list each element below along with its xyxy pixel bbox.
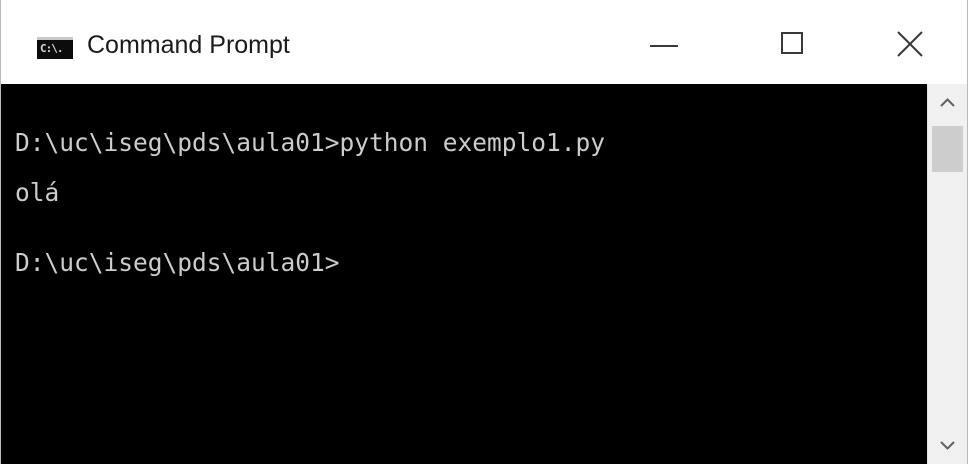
vertical-scrollbar[interactable] (927, 84, 967, 464)
window-title: Command Prompt (87, 31, 290, 59)
console-line-prompt: D:\uc\iseg\pds\aula01> (15, 248, 340, 277)
close-button[interactable] (863, 0, 967, 84)
console-line-output: olá (15, 178, 60, 207)
console-output[interactable]: D:\uc\iseg\pds\aula01>python exemplo1.py… (1, 84, 927, 464)
scroll-thumb[interactable] (932, 126, 963, 172)
title-bar[interactable]: C:\. Command Prompt (1, 0, 967, 84)
command-prompt-app-icon[interactable]: C:\. (37, 37, 73, 59)
maximize-button[interactable] (749, 0, 843, 84)
close-icon (897, 31, 923, 57)
minimize-icon (650, 45, 678, 47)
command-prompt-window: C:\. Command Prompt D:\uc\iseg\pds\aula0… (0, 0, 968, 464)
chevron-up-icon (940, 98, 955, 107)
scroll-up-button[interactable] (928, 84, 967, 122)
minimize-button[interactable] (621, 0, 715, 84)
scroll-down-button[interactable] (928, 426, 967, 464)
maximize-icon (781, 32, 803, 54)
chevron-down-icon (940, 441, 955, 450)
console-line-command: D:\uc\iseg\pds\aula01>python exemplo1.py (15, 128, 606, 157)
